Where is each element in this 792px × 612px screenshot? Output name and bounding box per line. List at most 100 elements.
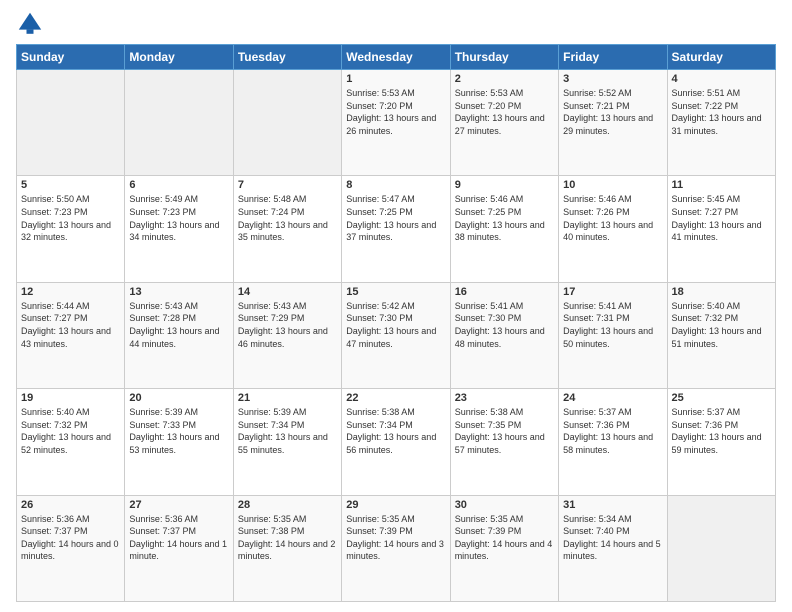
calendar-cell: 10 Sunrise: 5:46 AM Sunset: 7:26 PM Dayl… (559, 176, 667, 282)
day-number: 23 (455, 392, 554, 404)
sunset-text: Sunset: 7:39 PM (455, 526, 522, 536)
day-info: Sunrise: 5:46 AM Sunset: 7:26 PM Dayligh… (563, 193, 662, 243)
sunrise-text: Sunrise: 5:43 AM (129, 301, 198, 311)
calendar-cell: 6 Sunrise: 5:49 AM Sunset: 7:23 PM Dayli… (125, 176, 233, 282)
day-number: 22 (346, 392, 445, 404)
daylight-text: Daylight: 13 hours and 40 minutes. (563, 220, 653, 243)
daylight-text: Daylight: 13 hours and 27 minutes. (455, 113, 545, 136)
day-info: Sunrise: 5:38 AM Sunset: 7:34 PM Dayligh… (346, 406, 445, 456)
sunset-text: Sunset: 7:37 PM (21, 526, 88, 536)
sunset-text: Sunset: 7:32 PM (21, 420, 88, 430)
sunset-text: Sunset: 7:30 PM (346, 313, 413, 323)
calendar-cell: 23 Sunrise: 5:38 AM Sunset: 7:35 PM Dayl… (450, 389, 558, 495)
daylight-text: Daylight: 13 hours and 44 minutes. (129, 326, 219, 349)
day-number: 10 (563, 179, 662, 191)
sunrise-text: Sunrise: 5:51 AM (672, 88, 741, 98)
day-info: Sunrise: 5:53 AM Sunset: 7:20 PM Dayligh… (346, 87, 445, 137)
day-info: Sunrise: 5:42 AM Sunset: 7:30 PM Dayligh… (346, 300, 445, 350)
sunrise-text: Sunrise: 5:36 AM (129, 514, 198, 524)
sunrise-text: Sunrise: 5:36 AM (21, 514, 90, 524)
sunrise-text: Sunrise: 5:50 AM (21, 194, 90, 204)
day-number: 2 (455, 73, 554, 85)
sunrise-text: Sunrise: 5:38 AM (455, 407, 524, 417)
calendar-week-row: 26 Sunrise: 5:36 AM Sunset: 7:37 PM Dayl… (17, 495, 776, 601)
sunrise-text: Sunrise: 5:41 AM (563, 301, 632, 311)
day-info: Sunrise: 5:39 AM Sunset: 7:33 PM Dayligh… (129, 406, 228, 456)
day-header: Monday (125, 45, 233, 70)
daylight-text: Daylight: 13 hours and 57 minutes. (455, 432, 545, 455)
sunrise-text: Sunrise: 5:48 AM (238, 194, 307, 204)
daylight-text: Daylight: 13 hours and 46 minutes. (238, 326, 328, 349)
calendar-cell: 1 Sunrise: 5:53 AM Sunset: 7:20 PM Dayli… (342, 70, 450, 176)
day-number: 31 (563, 499, 662, 511)
sunset-text: Sunset: 7:22 PM (672, 101, 739, 111)
header-row: SundayMondayTuesdayWednesdayThursdayFrid… (17, 45, 776, 70)
sunset-text: Sunset: 7:21 PM (563, 101, 630, 111)
day-number: 5 (21, 179, 120, 191)
daylight-text: Daylight: 13 hours and 38 minutes. (455, 220, 545, 243)
calendar-cell: 17 Sunrise: 5:41 AM Sunset: 7:31 PM Dayl… (559, 282, 667, 388)
calendar-cell (17, 70, 125, 176)
day-number: 18 (672, 286, 771, 298)
sunset-text: Sunset: 7:39 PM (346, 526, 413, 536)
sunset-text: Sunset: 7:40 PM (563, 526, 630, 536)
sunset-text: Sunset: 7:32 PM (672, 313, 739, 323)
daylight-text: Daylight: 13 hours and 31 minutes. (672, 113, 762, 136)
calendar-cell: 13 Sunrise: 5:43 AM Sunset: 7:28 PM Dayl… (125, 282, 233, 388)
sunset-text: Sunset: 7:20 PM (455, 101, 522, 111)
sunset-text: Sunset: 7:25 PM (455, 207, 522, 217)
calendar-cell (233, 70, 341, 176)
sunset-text: Sunset: 7:27 PM (21, 313, 88, 323)
calendar-cell (125, 70, 233, 176)
sunset-text: Sunset: 7:37 PM (129, 526, 196, 536)
calendar-cell: 11 Sunrise: 5:45 AM Sunset: 7:27 PM Dayl… (667, 176, 775, 282)
daylight-text: Daylight: 13 hours and 35 minutes. (238, 220, 328, 243)
calendar-cell: 27 Sunrise: 5:36 AM Sunset: 7:37 PM Dayl… (125, 495, 233, 601)
calendar-week-row: 12 Sunrise: 5:44 AM Sunset: 7:27 PM Dayl… (17, 282, 776, 388)
calendar-cell: 14 Sunrise: 5:43 AM Sunset: 7:29 PM Dayl… (233, 282, 341, 388)
sunset-text: Sunset: 7:38 PM (238, 526, 305, 536)
day-number: 15 (346, 286, 445, 298)
sunset-text: Sunset: 7:26 PM (563, 207, 630, 217)
sunset-text: Sunset: 7:29 PM (238, 313, 305, 323)
day-number: 19 (21, 392, 120, 404)
daylight-text: Daylight: 14 hours and 2 minutes. (238, 539, 336, 562)
calendar-cell: 5 Sunrise: 5:50 AM Sunset: 7:23 PM Dayli… (17, 176, 125, 282)
day-info: Sunrise: 5:49 AM Sunset: 7:23 PM Dayligh… (129, 193, 228, 243)
daylight-text: Daylight: 13 hours and 47 minutes. (346, 326, 436, 349)
daylight-text: Daylight: 13 hours and 59 minutes. (672, 432, 762, 455)
calendar-cell: 18 Sunrise: 5:40 AM Sunset: 7:32 PM Dayl… (667, 282, 775, 388)
sunrise-text: Sunrise: 5:40 AM (21, 407, 90, 417)
day-info: Sunrise: 5:50 AM Sunset: 7:23 PM Dayligh… (21, 193, 120, 243)
calendar-table: SundayMondayTuesdayWednesdayThursdayFrid… (16, 44, 776, 602)
header (16, 10, 776, 38)
day-info: Sunrise: 5:53 AM Sunset: 7:20 PM Dayligh… (455, 87, 554, 137)
calendar-cell: 24 Sunrise: 5:37 AM Sunset: 7:36 PM Dayl… (559, 389, 667, 495)
sunrise-text: Sunrise: 5:42 AM (346, 301, 415, 311)
sunset-text: Sunset: 7:36 PM (672, 420, 739, 430)
sunrise-text: Sunrise: 5:43 AM (238, 301, 307, 311)
calendar-cell: 8 Sunrise: 5:47 AM Sunset: 7:25 PM Dayli… (342, 176, 450, 282)
calendar-cell: 7 Sunrise: 5:48 AM Sunset: 7:24 PM Dayli… (233, 176, 341, 282)
day-header: Friday (559, 45, 667, 70)
sunset-text: Sunset: 7:25 PM (346, 207, 413, 217)
day-info: Sunrise: 5:48 AM Sunset: 7:24 PM Dayligh… (238, 193, 337, 243)
sunrise-text: Sunrise: 5:40 AM (672, 301, 741, 311)
sunrise-text: Sunrise: 5:47 AM (346, 194, 415, 204)
sunrise-text: Sunrise: 5:52 AM (563, 88, 632, 98)
day-info: Sunrise: 5:36 AM Sunset: 7:37 PM Dayligh… (21, 513, 120, 563)
sunrise-text: Sunrise: 5:39 AM (238, 407, 307, 417)
daylight-text: Daylight: 13 hours and 53 minutes. (129, 432, 219, 455)
day-number: 29 (346, 499, 445, 511)
day-number: 1 (346, 73, 445, 85)
calendar-cell: 20 Sunrise: 5:39 AM Sunset: 7:33 PM Dayl… (125, 389, 233, 495)
daylight-text: Daylight: 14 hours and 3 minutes. (346, 539, 444, 562)
daylight-text: Daylight: 14 hours and 1 minute. (129, 539, 227, 562)
sunrise-text: Sunrise: 5:38 AM (346, 407, 415, 417)
daylight-text: Daylight: 13 hours and 52 minutes. (21, 432, 111, 455)
logo-icon (16, 10, 44, 38)
day-number: 9 (455, 179, 554, 191)
day-info: Sunrise: 5:37 AM Sunset: 7:36 PM Dayligh… (672, 406, 771, 456)
day-info: Sunrise: 5:46 AM Sunset: 7:25 PM Dayligh… (455, 193, 554, 243)
calendar-cell: 4 Sunrise: 5:51 AM Sunset: 7:22 PM Dayli… (667, 70, 775, 176)
